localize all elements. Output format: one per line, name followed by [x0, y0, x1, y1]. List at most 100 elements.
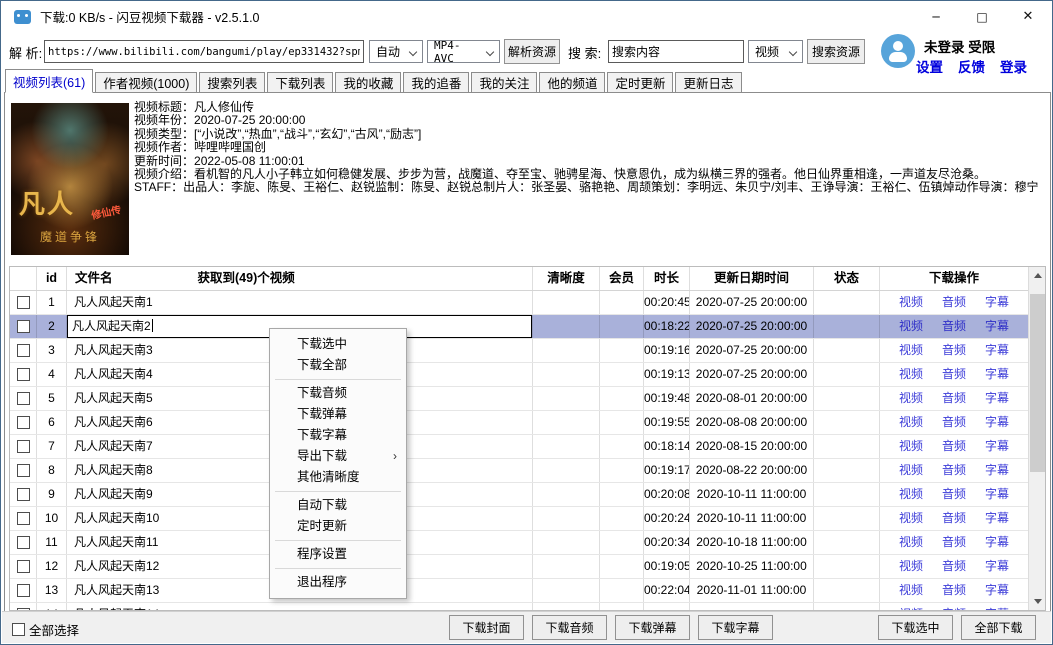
context-menu-item[interactable]: 下载音频	[270, 383, 406, 404]
search-input[interactable]	[608, 40, 744, 63]
parse-resource-button[interactable]: 解析资源	[504, 39, 560, 64]
table-row[interactable]: 8 凡人风起天南8 00:19:17 2020-08-22 20:00:00 视…	[10, 459, 1028, 483]
row-checkbox[interactable]	[10, 315, 37, 338]
context-menu-item[interactable]: 下载字幕	[270, 425, 406, 446]
tab[interactable]: 更新日志	[675, 72, 741, 93]
search-type-select[interactable]: 视频	[748, 40, 803, 63]
tab[interactable]: 他的频道	[539, 72, 605, 93]
download-subtitle-link[interactable]: 字幕	[985, 291, 1009, 314]
search-resource-button[interactable]: 搜索资源	[807, 39, 865, 64]
context-menu-item[interactable]	[275, 491, 401, 492]
download-video-link[interactable]: 视频	[899, 291, 923, 314]
tab[interactable]: 搜索列表	[199, 72, 265, 93]
url-input[interactable]	[44, 40, 364, 63]
row-filename[interactable]: 凡人风起天南14	[67, 603, 533, 610]
checkbox-icon[interactable]	[17, 392, 30, 405]
footer-button[interactable]: 下载封面	[449, 615, 524, 640]
close-button[interactable]: ✕	[1005, 1, 1051, 32]
scrollbar-thumb[interactable]	[1030, 294, 1045, 472]
download-subtitle-link[interactable]: 字幕	[985, 411, 1009, 434]
footer-button[interactable]: 下载弹幕	[615, 615, 690, 640]
checkbox-icon[interactable]	[17, 440, 30, 453]
download-subtitle-link[interactable]: 字幕	[985, 483, 1009, 506]
download-subtitle-link[interactable]: 字幕	[985, 579, 1009, 602]
table-row[interactable]: 11 凡人风起天南11 00:20:34 2020-10-18 11:00:00…	[10, 531, 1028, 555]
context-menu-item[interactable]: 其他清晰度	[270, 467, 406, 488]
download-video-link[interactable]: 视频	[899, 483, 923, 506]
table-row[interactable]: 9 凡人风起天南9 00:20:08 2020-10-11 11:00:00 视…	[10, 483, 1028, 507]
row-checkbox[interactable]	[10, 531, 37, 554]
download-subtitle-link[interactable]: 字幕	[985, 363, 1009, 386]
row-checkbox[interactable]	[10, 507, 37, 530]
download-audio-link[interactable]: 音频	[942, 339, 966, 362]
row-checkbox[interactable]	[10, 363, 37, 386]
context-menu-item[interactable]: 下载选中	[270, 334, 406, 355]
download-subtitle-link[interactable]: 字幕	[985, 603, 1009, 610]
context-menu-item[interactable]: 退出程序	[270, 572, 406, 593]
footer-button[interactable]: 全部下载	[961, 615, 1036, 640]
table-row[interactable]: 10 凡人风起天南10 00:20:24 2020-10-11 11:00:00…	[10, 507, 1028, 531]
context-menu-item[interactable]: 导出下载 ›	[270, 446, 406, 467]
download-subtitle-link[interactable]: 字幕	[985, 531, 1009, 554]
row-checkbox[interactable]	[10, 339, 37, 362]
row-checkbox[interactable]	[10, 555, 37, 578]
context-menu-item[interactable]: 下载全部	[270, 355, 406, 376]
checkbox-icon[interactable]	[17, 344, 30, 357]
footer-button[interactable]: 下载字幕	[698, 615, 773, 640]
table-row[interactable]: 2 凡人风起天南2 00:18:22 2020-07-25 20:00:00 视…	[10, 315, 1028, 339]
row-checkbox[interactable]	[10, 387, 37, 410]
tab[interactable]: 我的追番	[403, 72, 469, 93]
download-audio-link[interactable]: 音频	[942, 531, 966, 554]
download-subtitle-link[interactable]: 字幕	[985, 315, 1009, 338]
download-video-link[interactable]: 视频	[899, 459, 923, 482]
download-video-link[interactable]: 视频	[899, 387, 923, 410]
tab[interactable]: 视频列表(61)	[5, 69, 93, 93]
checkbox-icon[interactable]	[17, 608, 30, 610]
download-audio-link[interactable]: 音频	[942, 387, 966, 410]
download-audio-link[interactable]: 音频	[942, 507, 966, 530]
download-audio-link[interactable]: 音频	[942, 411, 966, 434]
download-subtitle-link[interactable]: 字幕	[985, 435, 1009, 458]
download-subtitle-link[interactable]: 字幕	[985, 339, 1009, 362]
download-video-link[interactable]: 视频	[899, 603, 923, 610]
vertical-scrollbar[interactable]	[1028, 267, 1045, 610]
row-filename[interactable]: 凡人风起天南1	[67, 291, 533, 314]
tab[interactable]: 定时更新	[607, 72, 673, 93]
tab[interactable]: 下载列表	[267, 72, 333, 93]
checkbox-icon[interactable]	[17, 560, 30, 573]
download-subtitle-link[interactable]: 字幕	[985, 459, 1009, 482]
footer-button[interactable]: 下载选中	[878, 615, 953, 640]
table-row[interactable]: 3 凡人风起天南3 00:19:16 2020-07-25 20:00:00 视…	[10, 339, 1028, 363]
context-menu-item[interactable]: 程序设置	[270, 544, 406, 565]
user-avatar-icon[interactable]	[881, 34, 915, 68]
row-checkbox[interactable]	[10, 459, 37, 482]
download-video-link[interactable]: 视频	[899, 531, 923, 554]
context-menu-item[interactable]	[275, 379, 401, 380]
filename-box[interactable]: 凡人风起天南14	[67, 603, 532, 610]
row-checkbox[interactable]	[10, 435, 37, 458]
row-checkbox[interactable]	[10, 603, 37, 610]
download-video-link[interactable]: 视频	[899, 507, 923, 530]
download-audio-link[interactable]: 音频	[942, 603, 966, 610]
table-row[interactable]: 7 凡人风起天南7 00:18:14 2020-08-15 20:00:00 视…	[10, 435, 1028, 459]
download-audio-link[interactable]: 音频	[942, 435, 966, 458]
format-select[interactable]: MP4-AVC	[427, 40, 500, 63]
download-subtitle-link[interactable]: 字幕	[985, 387, 1009, 410]
checkbox-icon[interactable]	[17, 416, 30, 429]
download-subtitle-link[interactable]: 字幕	[985, 555, 1009, 578]
select-all[interactable]: 全部选择	[12, 620, 79, 639]
row-checkbox[interactable]	[10, 291, 37, 314]
download-video-link[interactable]: 视频	[899, 555, 923, 578]
checkbox-icon[interactable]	[17, 536, 30, 549]
download-audio-link[interactable]: 音频	[942, 291, 966, 314]
context-menu-item[interactable]	[275, 568, 401, 569]
checkbox-icon[interactable]	[17, 512, 30, 525]
table-row[interactable]: 14 凡人风起天南14 视频 音频 字幕	[10, 603, 1028, 610]
checkbox-icon[interactable]	[17, 464, 30, 477]
checkbox-icon[interactable]	[17, 296, 30, 309]
download-video-link[interactable]: 视频	[899, 363, 923, 386]
tab[interactable]: 我的关注	[471, 72, 537, 93]
download-audio-link[interactable]: 音频	[942, 315, 966, 338]
download-audio-link[interactable]: 音频	[942, 483, 966, 506]
table-row[interactable]: 4 凡人风起天南4 00:19:13 2020-07-25 20:00:00 视…	[10, 363, 1028, 387]
